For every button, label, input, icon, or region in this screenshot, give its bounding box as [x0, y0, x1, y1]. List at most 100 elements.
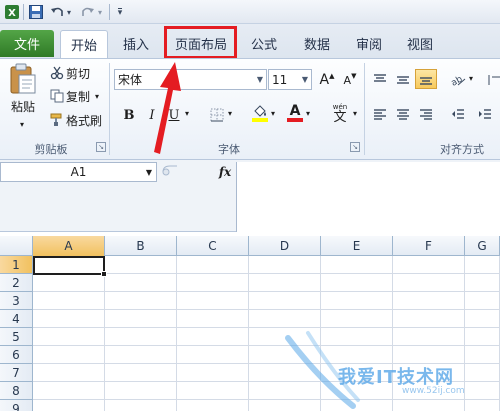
copy-icon — [48, 89, 66, 103]
column-header-a[interactable]: A — [33, 236, 105, 256]
column-header-b[interactable]: B — [105, 236, 177, 256]
redo-dropdown-icon[interactable]: ▾ — [96, 3, 104, 21]
phonetic-char: 文 — [333, 110, 347, 125]
row-header-6[interactable]: 6 — [0, 346, 33, 364]
format-painter-button[interactable]: 格式刷 — [48, 111, 102, 129]
align-bottom-button[interactable] — [415, 69, 437, 89]
column-header-d[interactable]: D — [249, 236, 321, 256]
align-top-icon — [373, 73, 387, 87]
name-box-dropdown-icon[interactable]: ▼ — [146, 168, 152, 177]
tab-view[interactable]: 视图 — [397, 30, 443, 57]
row-header-1[interactable]: 1 — [0, 256, 33, 274]
fill-color-button[interactable] — [249, 103, 271, 123]
name-box-value: A1 — [70, 165, 87, 179]
phonetic-dropdown-icon[interactable]: ▾ — [353, 109, 357, 118]
formula-bar: A1 ▼ fx — [0, 160, 500, 232]
row-header-4[interactable]: 4 — [0, 310, 33, 328]
row-header-3[interactable]: 3 — [0, 292, 33, 310]
paste-button[interactable]: 粘贴 — [6, 63, 40, 119]
increase-indent-button[interactable] — [474, 105, 496, 125]
tab-data[interactable]: 数据 — [294, 30, 340, 57]
grid-row-line — [33, 291, 500, 292]
tab-home[interactable]: 开始 — [60, 30, 108, 58]
row-header-2[interactable]: 2 — [0, 274, 33, 292]
orientation-dropdown-icon[interactable]: ▾ — [469, 74, 473, 83]
column-header-e[interactable]: E — [321, 236, 393, 256]
row-header-9[interactable]: 9 — [0, 400, 33, 411]
name-box[interactable]: A1 ▼ — [0, 162, 157, 182]
excel-logo-icon[interactable]: X — [4, 3, 20, 21]
formula-input[interactable] — [236, 162, 500, 232]
quick-access-toolbar: X ▾ ▾ ▾ — [0, 0, 500, 24]
orientation-button[interactable]: ab — [447, 70, 469, 90]
align-right-button[interactable] — [415, 105, 437, 125]
font-size-value: 11 — [272, 72, 288, 87]
font-size-dropdown-icon[interactable]: ▼ — [302, 75, 308, 84]
align-center-button[interactable] — [392, 105, 414, 125]
font-name-value: 宋体 — [118, 73, 143, 87]
grid-column-line — [248, 256, 249, 411]
copy-button[interactable]: 复制 ▾ — [48, 87, 99, 105]
increase-indent-icon — [478, 108, 492, 122]
decrease-indent-icon — [451, 108, 465, 122]
select-all-button[interactable] — [0, 236, 33, 256]
ribbon-home: 粘贴 ▾ 剪切 复制 ▾ 格式刷 剪贴板 ↘ 宋体 ▼ 11 ▼ A ▲ A ▼ B… — [0, 58, 500, 160]
align-middle-button[interactable] — [392, 70, 414, 90]
column-header-c[interactable]: C — [177, 236, 249, 256]
save-icon[interactable] — [28, 3, 44, 21]
align-top-button[interactable] — [369, 70, 391, 90]
clipboard-launcher-icon[interactable]: ↘ — [96, 142, 106, 152]
grow-font-button[interactable]: A ▲ — [316, 70, 338, 90]
tab-review[interactable]: 审阅 — [346, 30, 392, 57]
column-header-f[interactable]: F — [393, 236, 465, 256]
undo-dropdown-icon[interactable]: ▾ — [65, 3, 73, 21]
clipboard-group-label: 剪贴板 — [34, 143, 68, 156]
row-header-5[interactable]: 5 — [0, 328, 33, 346]
row-header-7[interactable]: 7 — [0, 364, 33, 382]
customize-qat-icon[interactable]: ▾ — [114, 3, 126, 21]
tab-formulas[interactable]: 公式 — [241, 30, 287, 57]
font-color-button[interactable]: A — [284, 103, 306, 123]
tab-insert[interactable]: 插入 — [113, 30, 159, 57]
caret-down-icon: ▼ — [351, 72, 357, 80]
redo-icon[interactable] — [80, 3, 96, 21]
resize-handle-icon[interactable] — [161, 164, 179, 180]
highlight-box — [164, 26, 237, 59]
align-left-button[interactable] — [369, 105, 391, 125]
borders-button[interactable] — [206, 105, 228, 125]
shrink-font-button[interactable]: A ▼ — [339, 70, 361, 90]
watermark-url: www.52ij.com — [402, 386, 465, 396]
fill-handle[interactable] — [101, 271, 107, 277]
qat-divider — [23, 4, 24, 20]
column-header-g[interactable]: G — [465, 236, 500, 256]
font-name-combo[interactable]: 宋体 ▼ — [114, 69, 267, 90]
undo-icon[interactable] — [49, 3, 65, 21]
font-launcher-icon[interactable]: ↘ — [350, 142, 360, 152]
qat-divider — [109, 4, 110, 20]
font-color-dropdown-icon[interactable]: ▾ — [306, 109, 310, 118]
tab-file[interactable]: 文件 — [0, 30, 54, 57]
alignment-group-label: 对齐方式 — [440, 143, 484, 156]
grid-column-line — [104, 256, 105, 411]
active-cell-a1[interactable] — [33, 256, 105, 275]
cut-button[interactable]: 剪切 — [48, 64, 90, 82]
insert-function-button[interactable]: fx — [215, 162, 235, 182]
font-name-dropdown-icon[interactable]: ▼ — [257, 75, 263, 84]
row-header-8[interactable]: 8 — [0, 382, 33, 400]
decrease-indent-button[interactable] — [447, 105, 469, 125]
font-size-combo[interactable]: 11 ▼ — [268, 69, 312, 90]
borders-dropdown-icon[interactable]: ▾ — [228, 109, 232, 118]
phonetic-guide-button[interactable]: wén 文 — [327, 101, 353, 127]
paste-dropdown-icon[interactable]: ▾ — [16, 119, 28, 129]
ribbon-tabs: 文件 开始 插入 页面布局 公式 数据 审阅 视图 — [0, 24, 500, 58]
bold-button[interactable]: B — [118, 105, 140, 125]
font-color-bar — [287, 117, 303, 122]
copy-label: 复制 — [66, 89, 91, 104]
paint-bucket-icon — [252, 104, 268, 118]
paintbrush-icon — [48, 113, 66, 127]
wrap-text-button[interactable] — [483, 70, 500, 90]
align-bottom-icon — [419, 72, 433, 86]
annotation-arrow — [154, 62, 181, 154]
copy-dropdown-icon[interactable]: ▾ — [95, 92, 99, 101]
fill-color-dropdown-icon[interactable]: ▾ — [271, 109, 275, 118]
